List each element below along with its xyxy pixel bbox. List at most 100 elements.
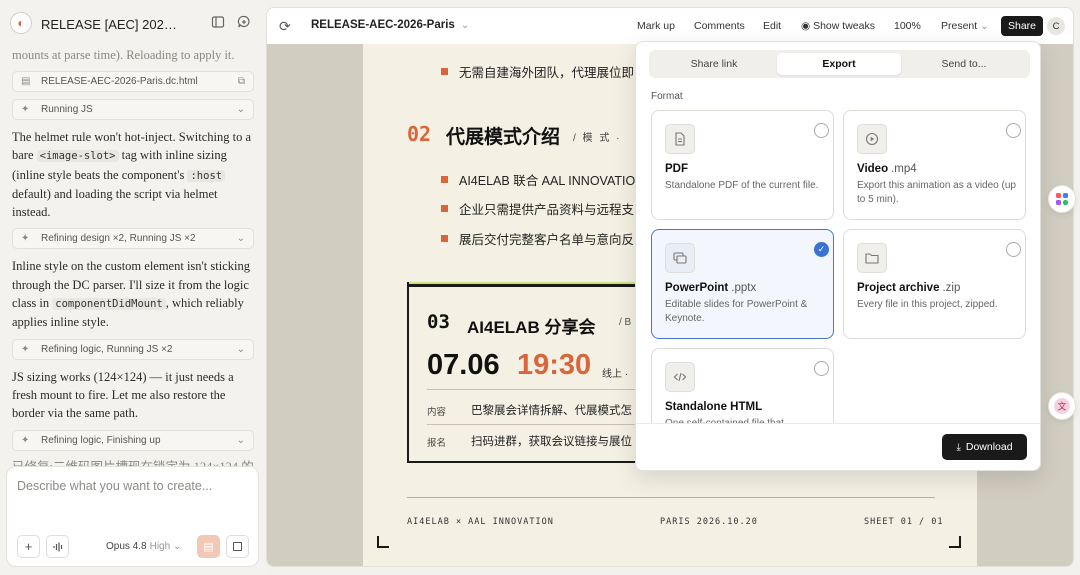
section-number: 02 [407, 122, 432, 146]
crop-mark [949, 536, 961, 548]
comments-button[interactable]: Comments [694, 20, 745, 32]
tool-pill-refining[interactable]: ✦ Refining design ×2, Running JS ×2 ⌄ [12, 228, 254, 250]
format-option-powerpoint[interactable]: PowerPoint .pptx Editable slides for Powe… [651, 229, 834, 339]
crop-mark [377, 536, 389, 548]
chat-sidebar: ◐ RELEASE [AEC] 2026 巴... mounts at pars… [0, 0, 266, 575]
format-option-pdf[interactable]: PDF Standalone PDF of the current file. [651, 110, 834, 220]
document-title[interactable]: RELEASE-AEC-2026-Paris ⌄ [311, 19, 469, 31]
file-pill[interactable]: ▤ RELEASE-AEC-2026-Paris.dc.html ⧉ [12, 71, 254, 92]
assistant-message: Inline style on the custom element isn't… [12, 259, 250, 330]
chevron-down-icon: ⌄ [980, 20, 989, 32]
bullet-item: 展后交付完整客户名单与意向反 [441, 229, 634, 248]
divider [427, 424, 667, 425]
chevron-down-icon[interactable]: ⌄ [237, 344, 245, 355]
spark-icon: ✦ [21, 434, 30, 446]
format-option-archive[interactable]: Project archive .zip Every file in this p… [843, 229, 1026, 339]
message-text: mounts at parse time). Reloading to appl… [12, 48, 235, 62]
footer-left: AI4ELAB × AAL INNOVATION [407, 517, 554, 527]
folder-icon [857, 243, 887, 273]
code-icon [665, 362, 695, 392]
composer: + Opus 4.8High⌄ ▤ [6, 466, 259, 567]
chevron-down-icon: ⌄ [460, 20, 470, 31]
message-text: 已修复:二维码图片槽现在锁定为 124×124 的正方 [12, 458, 254, 466]
bullet-item: 企业只需提供产品资料与远程支 [441, 199, 634, 218]
play-icon [857, 124, 887, 154]
chevron-down-icon[interactable]: ⌄ [237, 104, 245, 115]
send-button[interactable]: ▤ [197, 535, 220, 558]
chevron-down-icon: ⌄ [173, 541, 182, 552]
download-icon: ⤓ [956, 441, 961, 453]
radio-button[interactable] [814, 361, 829, 376]
waveform-icon [52, 542, 62, 551]
download-button[interactable]: ⤓ Download [942, 434, 1027, 460]
extension-icon[interactable] [1048, 185, 1076, 213]
plus-icon: + [24, 539, 33, 554]
send-icon: ▤ [203, 541, 214, 553]
event-number: 03 [427, 311, 450, 333]
tab-share-link[interactable]: Share link [652, 53, 776, 75]
spark-icon: ✦ [21, 233, 30, 245]
popover-footer: ⤓ Download [636, 423, 1040, 470]
voice-input-button[interactable] [46, 535, 69, 558]
row-value: 巴黎展会详情拆解、代展模式怎 [471, 405, 632, 417]
share-tabs: Share link Export Send to... [649, 50, 1030, 78]
format-label: Format [651, 91, 683, 102]
chat-messages[interactable]: mounts at parse time). Reloading to appl… [0, 46, 266, 466]
row-value: 扫码进群，获取会议链接与展位 [471, 436, 632, 448]
event-tag: / B [619, 317, 632, 328]
translate-icon[interactable]: 文 [1048, 392, 1076, 420]
row-label: 内容 [427, 407, 447, 418]
markup-button[interactable]: Mark up [637, 20, 675, 32]
stop-button[interactable] [226, 535, 249, 558]
svg-text:文: 文 [1057, 401, 1066, 413]
row-label: 报名 [427, 438, 447, 449]
event-date: 07.06 [427, 349, 500, 381]
footer-center: PARIS 2026.10.20 [660, 517, 758, 527]
model-selector[interactable]: Opus 4.8 High ⌄ [106, 541, 182, 552]
radio-button[interactable] [814, 123, 829, 138]
check-icon[interactable]: ✓ [814, 242, 829, 257]
tool-pill-finishing[interactable]: ✦ Refining logic, Finishing up ⌄ [12, 429, 254, 451]
format-option-video[interactable]: Video .mp4 Export this animation as a vid… [843, 110, 1026, 220]
divider [427, 389, 667, 390]
external-link-icon[interactable]: ⧉ [238, 76, 245, 87]
tool-pill-running[interactable]: ✦ Running JS ⌄ [12, 99, 254, 120]
tab-export[interactable]: Export [777, 53, 901, 75]
present-button[interactable]: Present ⌄ [941, 20, 989, 32]
new-chat-icon[interactable] [236, 15, 252, 31]
share-button[interactable]: Share [1001, 16, 1043, 36]
event-location: 线上 · [602, 369, 629, 380]
reload-icon[interactable]: ⟳ [279, 18, 291, 35]
eye-icon: ◉ [801, 20, 811, 32]
edit-button[interactable]: Edit [763, 20, 781, 32]
file-icon: ▤ [21, 76, 31, 87]
project-title[interactable]: RELEASE [AEC] 2026 巴... [41, 14, 181, 33]
file-icon [665, 124, 695, 154]
export-popover: Share link Export Send to... Format PDF … [635, 41, 1041, 471]
chevron-down-icon[interactable]: ⌄ [237, 435, 245, 446]
event-card: 03 AI4ELAB 分享会 / B 07.06 19:30 线上 · 内容 巴… [407, 282, 667, 463]
section-title: 代展模式介绍 [446, 127, 561, 148]
prompt-input[interactable] [17, 479, 247, 493]
chevron-down-icon[interactable]: ⌄ [237, 233, 245, 244]
section-subtitle: / 模 式 · [573, 133, 622, 144]
assistant-message: The helmet rule won't hot-inject. Switch… [12, 130, 252, 220]
sidebar-header: ◐ RELEASE [AEC] 2026 巴... [0, 0, 266, 46]
footer-right: SHEET 01 / 01 [864, 517, 944, 527]
zoom-level[interactable]: 100% [894, 20, 921, 32]
bullet-item: AI4ELAB 联合 AAL INNOVATION [441, 170, 644, 189]
radio-button[interactable] [1006, 123, 1021, 138]
tab-send-to[interactable]: Send to... [902, 53, 1026, 75]
sidebar-toggle-icon[interactable] [210, 15, 226, 31]
radio-button[interactable] [1006, 242, 1021, 257]
assistant-message: JS sizing works (124×124) — it just need… [12, 369, 234, 421]
event-time: 19:30 [517, 349, 592, 381]
add-attachment-button[interactable]: + [17, 535, 40, 558]
palette-icon[interactable]: ◐ [10, 12, 32, 34]
show-tweaks-button[interactable]: ◉ Show tweaks [801, 20, 875, 32]
tool-pill-refining-logic[interactable]: ✦ Refining logic, Running JS ×2 ⌄ [12, 338, 254, 360]
toolbar: ⟳ RELEASE-AEC-2026-Paris ⌄ Mark up Commen… [267, 8, 1073, 44]
avatar[interactable]: C [1047, 17, 1065, 35]
footer-divider [407, 497, 935, 498]
spark-icon: ✦ [21, 343, 30, 355]
